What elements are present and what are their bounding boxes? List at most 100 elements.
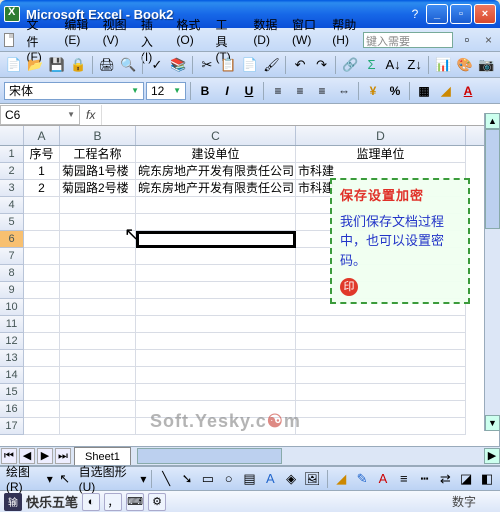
cell[interactable]: 菊园路2号楼: [60, 180, 136, 197]
font-name-combo[interactable]: 宋体 ▼: [4, 82, 144, 100]
print-icon[interactable]: 🖨: [97, 55, 117, 75]
permission-icon[interactable]: 🔒: [69, 55, 89, 75]
cell[interactable]: 菊园路1号楼: [60, 163, 136, 180]
autoshapes-menu[interactable]: 自选图形(U): [77, 463, 138, 494]
cell[interactable]: 2: [24, 180, 60, 197]
diagram-icon[interactable]: ◈: [282, 469, 300, 489]
row-header[interactable]: 7: [0, 248, 24, 265]
tab-nav-first[interactable]: ⏮: [1, 448, 17, 464]
spreadsheet-grid[interactable]: A B C D 1 序号 工程名称 建设单位 监理单位 2 1 菊园路1号楼 皖…: [0, 126, 500, 446]
fill-color-icon[interactable]: ◢: [436, 81, 456, 101]
draw-menu[interactable]: 绘图(R): [4, 463, 44, 494]
row-header[interactable]: 8: [0, 265, 24, 282]
sort-asc-icon[interactable]: A↓: [383, 55, 403, 75]
borders-icon[interactable]: ▦: [414, 81, 434, 101]
format-painter-icon[interactable]: 🖌: [262, 55, 282, 75]
tab-nav-last[interactable]: ⏭: [55, 448, 71, 464]
scroll-thumb[interactable]: [485, 129, 500, 229]
3d-icon[interactable]: ◧: [478, 469, 496, 489]
paste-icon[interactable]: 📄: [240, 55, 260, 75]
row-header[interactable]: 4: [0, 197, 24, 214]
arrow-icon[interactable]: ➘: [178, 469, 196, 489]
title-help-icon[interactable]: ?: [406, 7, 424, 21]
hyperlink-icon[interactable]: 🔗: [340, 55, 360, 75]
row-header[interactable]: 5: [0, 214, 24, 231]
dash-style-icon[interactable]: ┅: [416, 469, 434, 489]
underline-button[interactable]: U: [239, 81, 259, 101]
line-color-icon[interactable]: ✎: [353, 469, 371, 489]
row-header[interactable]: 9: [0, 282, 24, 299]
row-header[interactable]: 13: [0, 350, 24, 367]
open-icon[interactable]: 📂: [26, 55, 46, 75]
select-objects-icon[interactable]: ↖: [56, 469, 74, 489]
row-header[interactable]: 10: [0, 299, 24, 316]
autosum-icon[interactable]: Σ: [362, 55, 382, 75]
cell[interactable]: 工程名称: [60, 146, 136, 163]
align-right-icon[interactable]: ≡: [312, 81, 332, 101]
formula-input[interactable]: [101, 105, 500, 125]
cell[interactable]: 监理单位: [296, 146, 466, 163]
maximize-button[interactable]: ▫: [450, 4, 472, 24]
cell[interactable]: 序号: [24, 146, 60, 163]
percent-icon[interactable]: %: [385, 81, 405, 101]
copy-icon[interactable]: 📋: [219, 55, 239, 75]
italic-button[interactable]: I: [217, 81, 237, 101]
shadow-icon[interactable]: ◪: [457, 469, 475, 489]
arrow-style-icon[interactable]: ⇄: [436, 469, 454, 489]
merge-center-icon[interactable]: ⇔: [334, 81, 354, 101]
tab-nav-next[interactable]: ▶: [37, 448, 53, 464]
fx-icon[interactable]: fx: [80, 108, 101, 122]
preview-icon[interactable]: 🔍: [119, 55, 139, 75]
clipart-icon[interactable]: 🖼: [303, 469, 322, 489]
row-header[interactable]: 6: [0, 231, 24, 248]
row-header[interactable]: 17: [0, 418, 24, 435]
new-icon[interactable]: 📄: [4, 55, 24, 75]
textbox-icon[interactable]: ▤: [241, 469, 259, 489]
font-color-icon[interactable]: A: [458, 81, 478, 101]
minimize-button[interactable]: _: [426, 4, 448, 24]
row-header[interactable]: 16: [0, 401, 24, 418]
col-header-B[interactable]: B: [60, 126, 136, 145]
row-header[interactable]: 11: [0, 316, 24, 333]
line-style-icon[interactable]: ≡: [395, 469, 413, 489]
undo-icon[interactable]: ↶: [290, 55, 310, 75]
font-size-combo[interactable]: 12 ▼: [146, 82, 186, 100]
col-header-D[interactable]: D: [296, 126, 466, 145]
align-left-icon[interactable]: ≡: [268, 81, 288, 101]
cut-icon[interactable]: ✂: [197, 55, 217, 75]
bold-button[interactable]: B: [195, 81, 215, 101]
save-icon[interactable]: 💾: [47, 55, 67, 75]
vertical-scrollbar[interactable]: ▲ ▼: [484, 113, 500, 431]
currency-icon[interactable]: ¥: [363, 81, 383, 101]
cell[interactable]: 建设单位: [136, 146, 296, 163]
cell[interactable]: 1: [24, 163, 60, 180]
research-icon[interactable]: 📚: [169, 55, 189, 75]
row-header[interactable]: 12: [0, 333, 24, 350]
tab-nav-prev[interactable]: ◀: [19, 448, 35, 464]
fill-color-icon[interactable]: ◢: [332, 469, 350, 489]
row-header[interactable]: 2: [0, 163, 24, 180]
scroll-right-button[interactable]: ▶: [484, 448, 500, 464]
spell-icon[interactable]: ✓: [147, 55, 167, 75]
sort-desc-icon[interactable]: Z↓: [405, 55, 425, 75]
scroll-up-button[interactable]: ▲: [485, 113, 500, 129]
camera-icon[interactable]: 📷: [476, 55, 496, 75]
redo-icon[interactable]: ↷: [312, 55, 332, 75]
oval-icon[interactable]: ○: [220, 469, 238, 489]
rectangle-icon[interactable]: ▭: [199, 469, 217, 489]
row-header[interactable]: 15: [0, 384, 24, 401]
ask-question-box[interactable]: 键入需要: [363, 32, 453, 48]
font-color-icon[interactable]: A: [374, 469, 392, 489]
select-all-corner[interactable]: [0, 126, 24, 145]
doc-restore-button[interactable]: ▫: [457, 30, 477, 50]
row-header[interactable]: 3: [0, 180, 24, 197]
line-icon[interactable]: ╲: [157, 469, 175, 489]
name-box[interactable]: C6 ▼: [0, 105, 80, 125]
doc-close-button[interactable]: ×: [481, 33, 496, 47]
wordart-icon[interactable]: A: [261, 469, 279, 489]
row-header[interactable]: 14: [0, 367, 24, 384]
chart-icon[interactable]: 📊: [433, 55, 453, 75]
scroll-down-button[interactable]: ▼: [485, 415, 500, 431]
col-header-C[interactable]: C: [136, 126, 296, 145]
cell[interactable]: 皖东房地产开发有限责任公司: [136, 180, 296, 197]
